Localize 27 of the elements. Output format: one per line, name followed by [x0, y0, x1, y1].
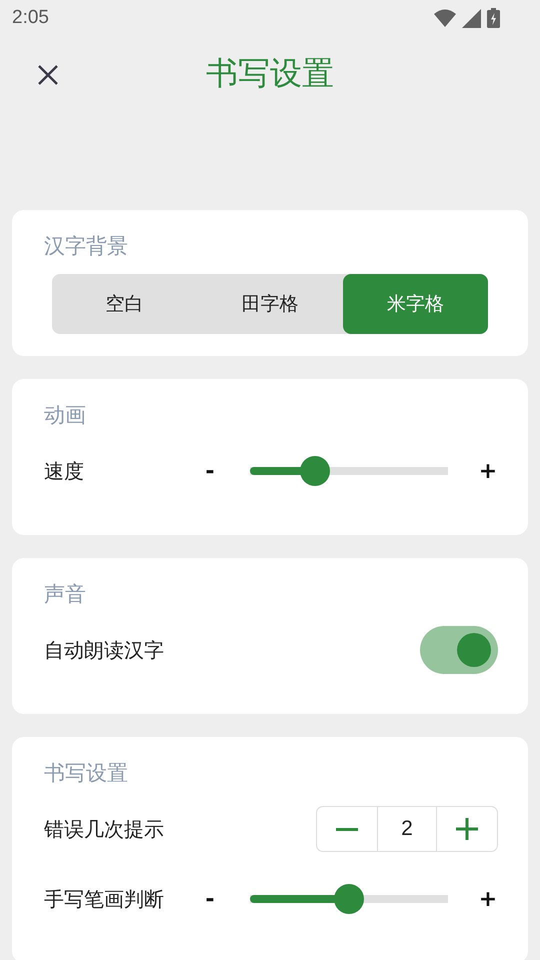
status-time: 2:05	[12, 7, 49, 29]
count-value: 2	[377, 807, 437, 851]
slider-thumb[interactable]	[334, 884, 364, 914]
wifi-icon	[434, 9, 456, 27]
setting-label: 错误几次提示	[44, 816, 164, 842]
section-title: 动画	[44, 402, 87, 429]
section-title: 书写设置	[44, 760, 129, 787]
close-icon[interactable]	[38, 65, 58, 85]
battery-icon	[487, 8, 500, 28]
decrease-label: -	[204, 458, 216, 484]
decrease-label: -	[204, 886, 216, 912]
setting-label: 速度	[44, 458, 84, 484]
setting-label: 手写笔画判断	[44, 886, 164, 912]
segment-option[interactable]: 米字格	[342, 274, 488, 334]
minus-icon	[336, 828, 358, 830]
section-title: 汉字背景	[44, 233, 129, 260]
slider-thumb[interactable]	[300, 456, 330, 486]
section-title: 声音	[44, 581, 87, 608]
increase-label: +	[478, 886, 498, 912]
setting-label: 自动朗读汉字	[44, 636, 164, 664]
toggle-switch[interactable]	[420, 626, 498, 674]
page-title: 书写设置	[206, 53, 334, 94]
increase-label: +	[478, 458, 498, 484]
segment-option[interactable]: 田字格	[197, 274, 343, 334]
segment-option[interactable]: 空白	[52, 274, 198, 334]
plus-icon	[456, 818, 478, 840]
signal-icon	[462, 8, 481, 28]
